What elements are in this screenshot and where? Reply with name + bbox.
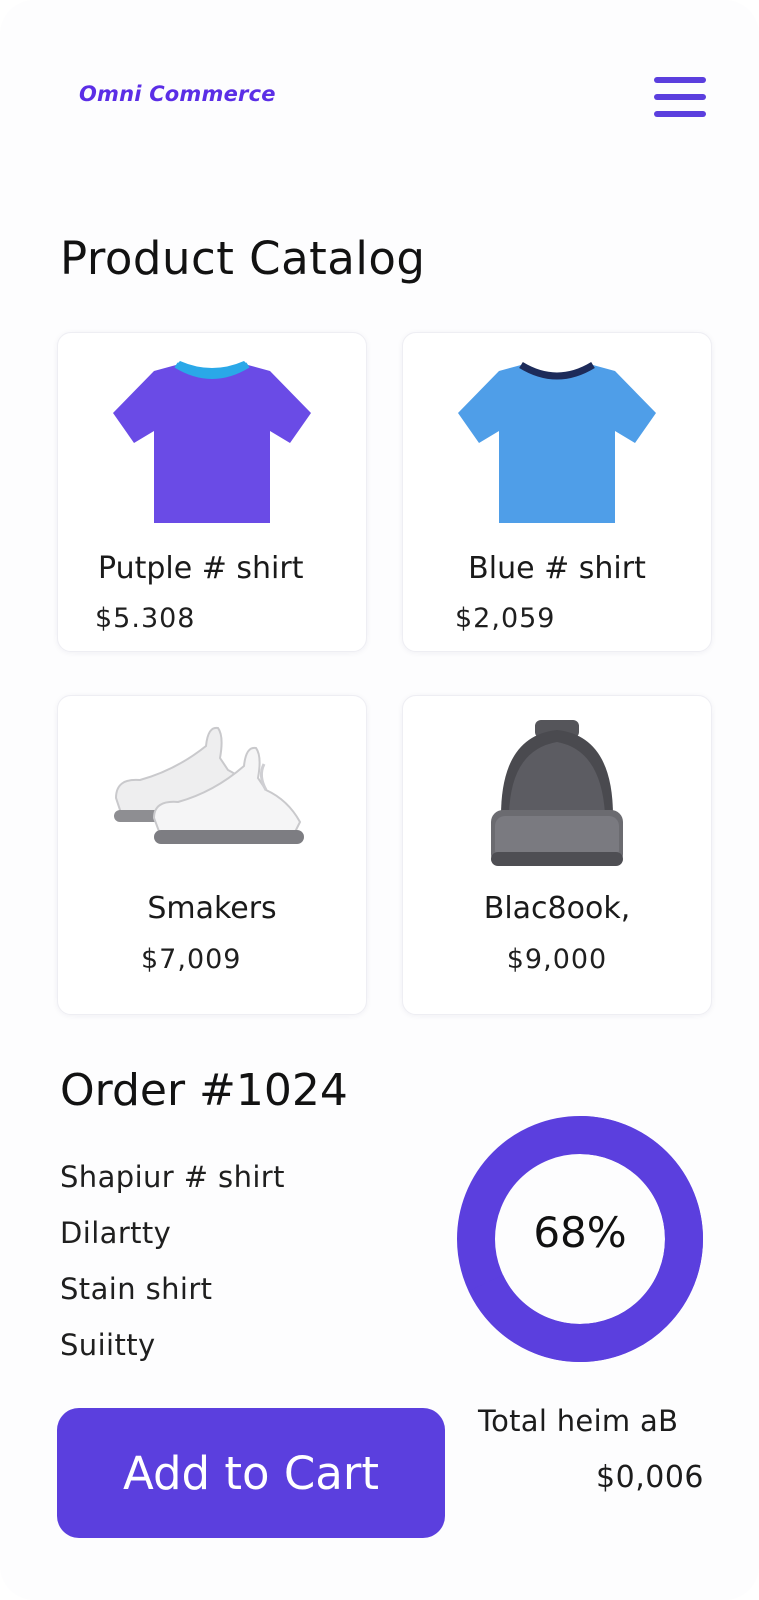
product-card-purple-shirt[interactable]: Putple # shirt $5.308 <box>57 332 367 652</box>
product-card-beanie[interactable]: Blac8ook, $9,000 <box>402 695 712 1015</box>
order-line-item: Stain shirt <box>60 1272 213 1306</box>
beanie-icon <box>491 720 623 866</box>
order-line-list: Shapiur # shirt Dilartty Stain shirt Sui… <box>60 1160 285 1384</box>
hamburger-menu-icon[interactable] <box>650 73 712 125</box>
menu-bar-line <box>654 77 706 83</box>
brand-logo-text[interactable]: Omni Commerce <box>79 82 276 106</box>
product-price: $7,009 <box>141 944 242 975</box>
product-card-blue-shirt[interactable]: Blue # shirt $2,059 <box>402 332 712 652</box>
page-title: Product Catalog <box>60 232 426 285</box>
product-name: Putple # shirt <box>98 551 304 586</box>
menu-bar-line <box>654 94 706 100</box>
product-name: Smakers <box>147 891 277 926</box>
product-price: $5.308 <box>95 603 196 634</box>
product-price: $2,059 <box>455 603 556 634</box>
order-line-item: Dilartty <box>60 1216 172 1250</box>
progress-percent-label: 68% <box>533 1208 627 1257</box>
tshirt-blue-icon <box>458 361 656 523</box>
app-screen: Omni Commerce Product Catalog Putple # s… <box>0 0 759 1600</box>
total-label: Total heim aB <box>478 1404 679 1438</box>
order-line-item: Shapiur # shirt <box>60 1160 285 1194</box>
order-line-item: Suiitty <box>60 1328 156 1362</box>
top-bar: Omni Commerce <box>0 0 759 200</box>
add-to-cart-button[interactable]: Add to Cart <box>57 1408 445 1538</box>
menu-bar-line <box>654 111 706 117</box>
order-title: Order #1024 <box>60 1065 348 1116</box>
product-price: $9,000 <box>506 944 608 975</box>
product-card-sneakers[interactable]: Smakers $7,009 <box>57 695 367 1015</box>
sneakers-icon <box>114 726 304 844</box>
tshirt-purple-icon <box>113 361 311 523</box>
product-name: Blue # shirt <box>468 551 646 586</box>
total-value: $0,006 <box>596 1460 704 1495</box>
product-name: Blac8ook, <box>483 891 631 926</box>
